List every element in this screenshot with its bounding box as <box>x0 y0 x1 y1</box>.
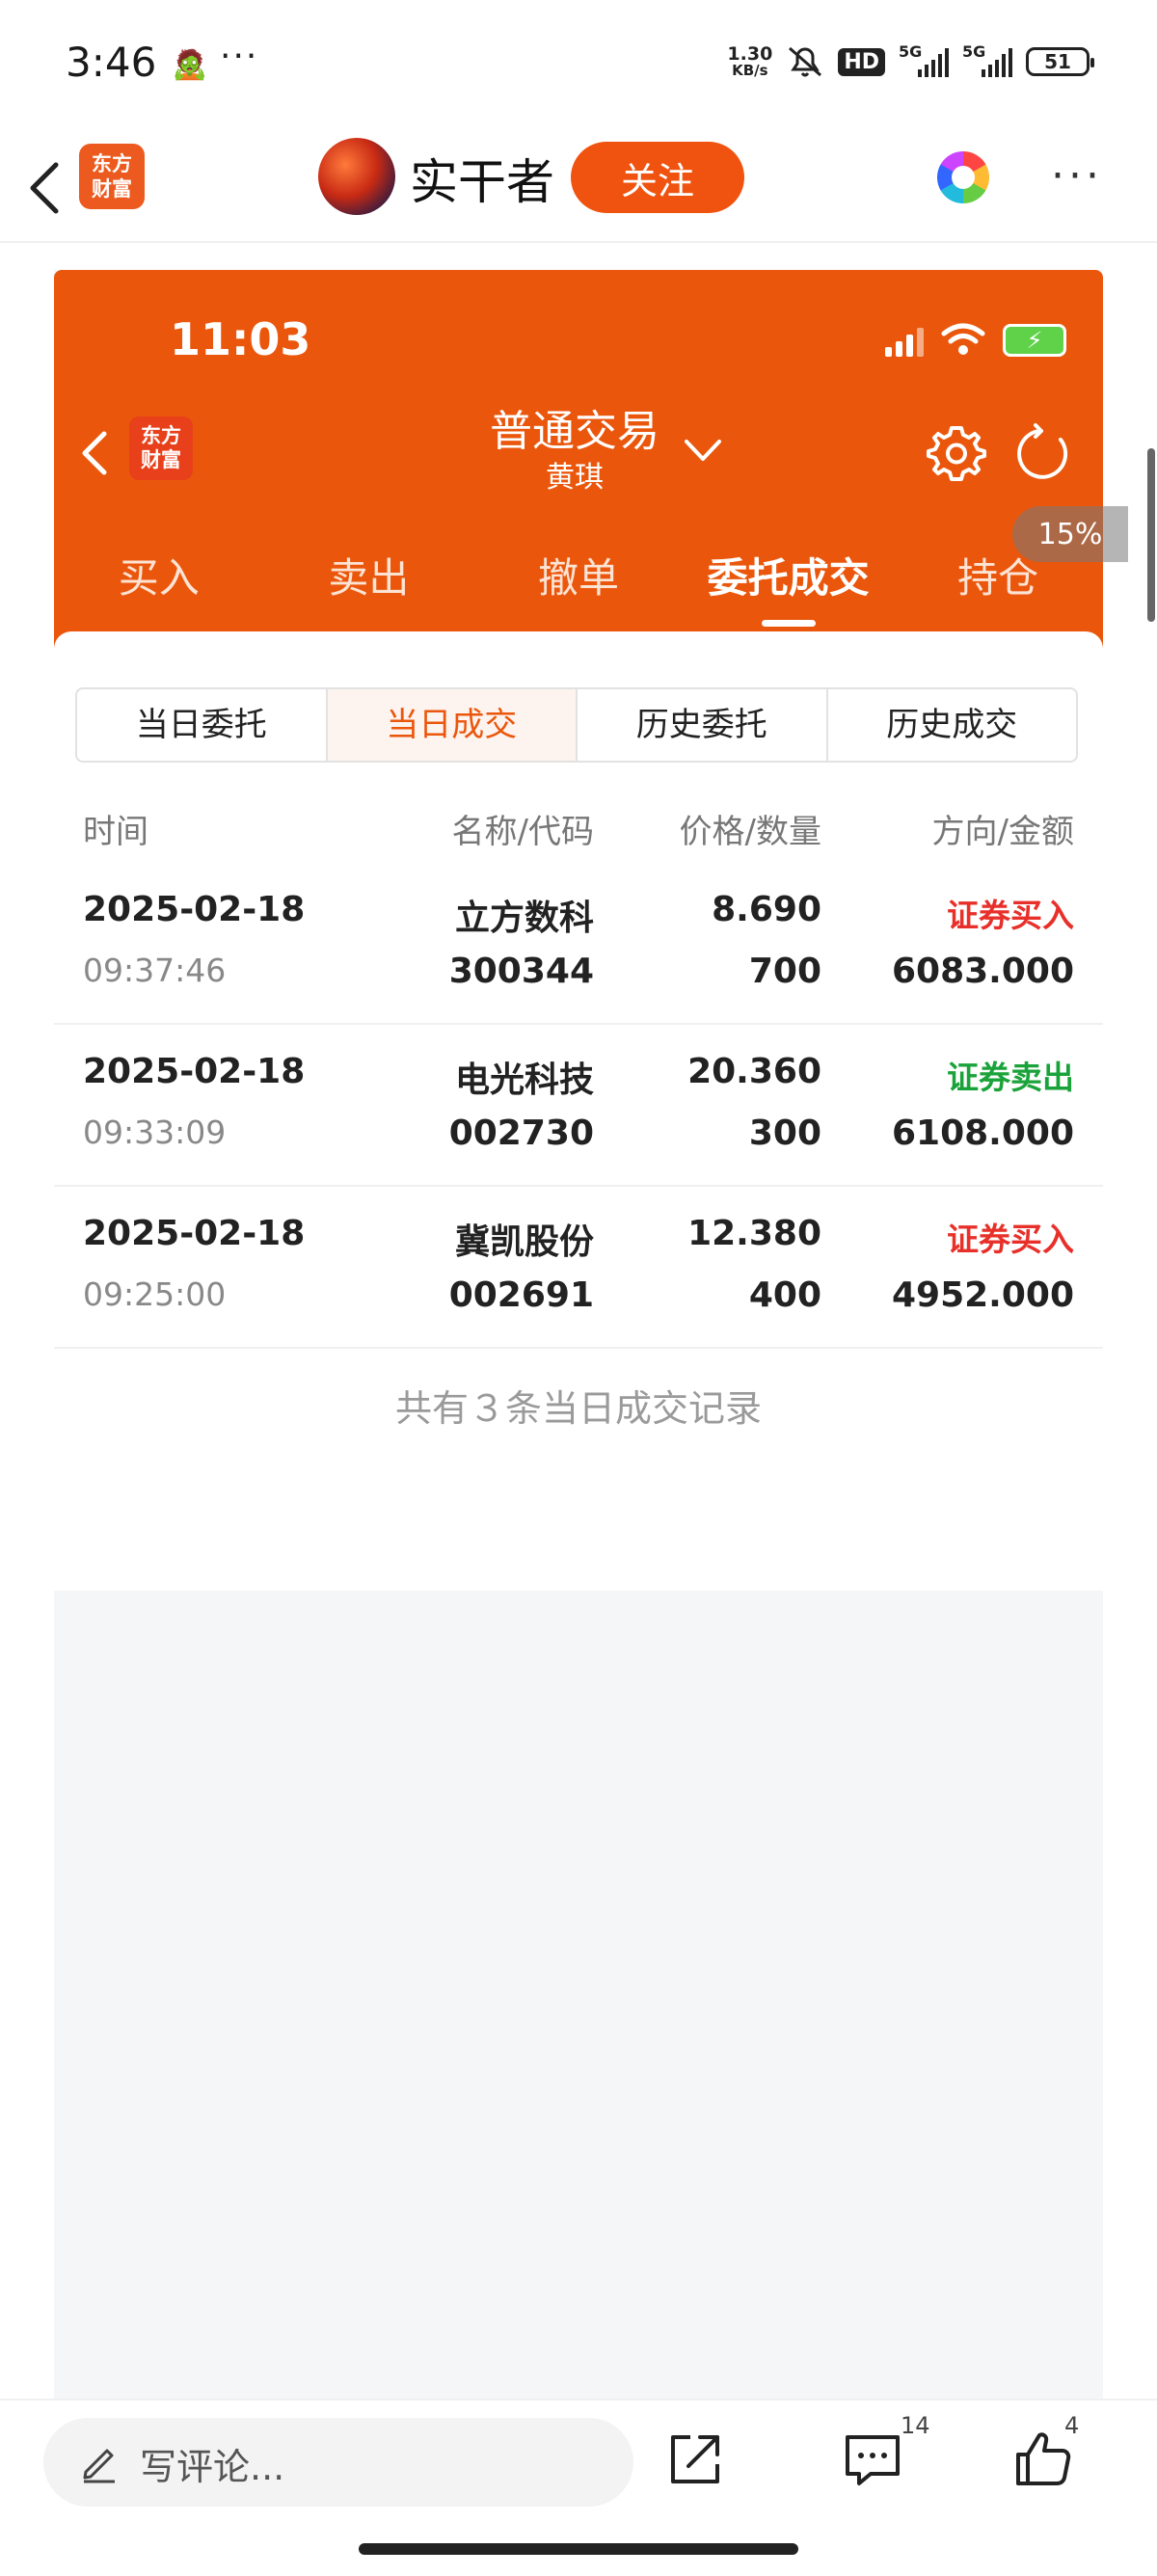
sim1-label: 5G <box>899 42 923 61</box>
comment-count: 14 <box>901 2412 930 2439</box>
embedded-signal-icon <box>885 328 924 357</box>
col-time: 时间 <box>83 813 148 851</box>
stock-name: 立方数科 <box>454 899 594 938</box>
signal-icon-sim1: 5G <box>899 42 949 77</box>
stock-code: 002730 <box>448 1114 594 1153</box>
col-price-qty: 价格/数量 <box>679 813 821 851</box>
trade-price: 12.380 <box>687 1214 821 1253</box>
system-status-bar: 3:46 🧟 ··· 1.30 KB/s HD 5G 5G 51 <box>0 0 1157 130</box>
chevron-down-icon[interactable] <box>679 432 727 470</box>
signal-icon-sim2: 5G <box>962 42 1012 77</box>
follow-button[interactable]: 关注 <box>571 142 744 213</box>
battery-level: 51 <box>1044 50 1071 73</box>
back-arrow-icon[interactable] <box>21 159 69 217</box>
logo-line-1: 东方 <box>92 152 132 175</box>
logo-line-2: 财富 <box>92 177 132 201</box>
stock-name: 电光科技 <box>454 1060 594 1100</box>
author-avatar[interactable] <box>318 138 395 215</box>
trade-time: 09:25:00 <box>83 1275 227 1313</box>
home-indicator[interactable] <box>359 2543 798 2555</box>
pencil-icon <box>83 2449 115 2483</box>
refresh-icon[interactable] <box>1012 422 1074 484</box>
table-header: 时间 名称/代码 价格/数量 方向/金额 <box>54 786 1103 863</box>
trade-time: 09:33:09 <box>83 1114 227 1151</box>
tab-cancel-order[interactable]: 撤单 <box>473 540 684 627</box>
embedded-app-logo[interactable]: 东方 财富 <box>129 416 193 480</box>
network-speed-unit: KB/s <box>732 62 768 79</box>
status-emoji-icon: 🧟 <box>172 48 208 82</box>
article-header: 东方 财富 实干者 关注 ··· <box>0 130 1157 243</box>
comment-icon[interactable] <box>842 2429 903 2489</box>
hd-badge: HD <box>838 47 885 76</box>
table-row[interactable]: 2025-02-18 09:25:00 冀凯股份 002691 12.380 4… <box>54 1187 1103 1349</box>
system-indicators: 1.30 KB/s HD 5G 5G 51 <box>727 42 1094 81</box>
subtab-today-fills[interactable]: 当日成交 <box>327 689 578 761</box>
stock-code: 300344 <box>448 952 594 991</box>
col-direction-amount: 方向/金额 <box>931 813 1074 851</box>
col-name-code: 名称/代码 <box>451 813 594 851</box>
trade-quantity: 300 <box>748 1114 821 1153</box>
like-count: 4 <box>1064 2412 1080 2439</box>
bottom-action-bar: 写评论... 14 4 <box>0 2399 1157 2576</box>
subtab-history-orders[interactable]: 历史委托 <box>578 689 828 761</box>
embedded-back-arrow-icon[interactable] <box>75 424 114 482</box>
embedded-logo-line-2: 财富 <box>141 448 181 471</box>
battery-icon: 51 <box>1026 47 1094 76</box>
embedded-logo-line-1: 东方 <box>141 424 181 447</box>
trade-quantity: 700 <box>748 952 821 991</box>
color-wheel-icon[interactable] <box>937 151 989 203</box>
scrollbar[interactable] <box>1147 448 1155 622</box>
comment-placeholder: 写评论... <box>140 2446 285 2488</box>
trade-amount: 4952.000 <box>891 1275 1074 1315</box>
tab-orders-fills[interactable]: 委托成交 <box>684 540 894 627</box>
network-speed: 1.30 KB/s <box>727 45 772 78</box>
scroll-percent-badge: 15% <box>1012 506 1128 562</box>
app-logo[interactable]: 东方 财富 <box>79 144 145 209</box>
trade-amount: 6108.000 <box>891 1114 1074 1153</box>
tab-buy[interactable]: 买入 <box>54 540 264 627</box>
trade-direction: 证券买入 <box>947 1221 1074 1258</box>
more-notifications-icon: ··· <box>220 37 259 76</box>
comment-input[interactable]: 写评论... <box>43 2418 633 2507</box>
table-row[interactable]: 2025-02-18 09:33:09 电光科技 002730 20.360 3… <box>54 1025 1103 1187</box>
more-icon[interactable]: ··· <box>1051 151 1103 201</box>
trade-price: 8.690 <box>712 890 821 929</box>
subtab-history-fills[interactable]: 历史成交 <box>828 689 1077 761</box>
embedded-status-icons: ⚡ <box>885 318 1066 357</box>
trade-content: 当日委托 当日成交 历史委托 历史成交 时间 名称/代码 价格/数量 方向/金额… <box>54 631 1103 1591</box>
embedded-status-time: 11:03 <box>170 313 311 365</box>
embedded-wifi-icon <box>941 323 985 355</box>
table-row[interactable]: 2025-02-18 09:37:46 立方数科 300344 8.690 70… <box>54 863 1103 1025</box>
tab-sell[interactable]: 卖出 <box>264 540 474 627</box>
share-icon[interactable] <box>665 2429 725 2489</box>
stock-name: 冀凯股份 <box>454 1222 594 1262</box>
trade-date: 2025-02-18 <box>83 1214 306 1253</box>
records-summary: 共有３条当日成交记录 <box>394 1387 762 1430</box>
stock-code: 002691 <box>448 1275 594 1315</box>
trade-amount: 6083.000 <box>891 952 1074 991</box>
embedded-screenshot: 11:03 ⚡ 东方 财富 普通交易 黄琪 买入 卖出 撤单 委托成交 持仓 当… <box>54 270 1103 2401</box>
mute-bell-icon <box>789 46 822 77</box>
author-name[interactable]: 实干者 <box>410 144 554 213</box>
trade-time: 09:37:46 <box>83 952 227 989</box>
sim2-label: 5G <box>962 42 986 61</box>
trade-date: 2025-02-18 <box>83 890 306 929</box>
record-subtabs: 当日委托 当日成交 历史委托 历史成交 <box>75 687 1078 763</box>
trade-quantity: 400 <box>748 1275 821 1315</box>
system-time: 3:46 <box>66 39 157 86</box>
trade-date: 2025-02-18 <box>83 1052 306 1091</box>
trade-direction: 证券卖出 <box>947 1059 1074 1096</box>
trade-price: 20.360 <box>687 1052 821 1091</box>
embedded-battery-icon: ⚡ <box>1003 324 1066 357</box>
embedded-header: 11:03 ⚡ 东方 财富 普通交易 黄琪 买入 卖出 撤单 委托成交 持仓 <box>54 270 1103 651</box>
trade-mode-title: 普通交易 <box>490 407 659 456</box>
trade-mode-selector[interactable]: 普通交易 黄琪 <box>430 405 719 497</box>
trade-tabs: 买入 卖出 撤单 委托成交 持仓 <box>54 540 1103 627</box>
trade-direction: 证券买入 <box>947 897 1074 934</box>
gear-icon[interactable] <box>926 422 987 484</box>
account-name: 黄琪 <box>546 461 604 495</box>
subtab-today-orders[interactable]: 当日委托 <box>77 689 328 761</box>
